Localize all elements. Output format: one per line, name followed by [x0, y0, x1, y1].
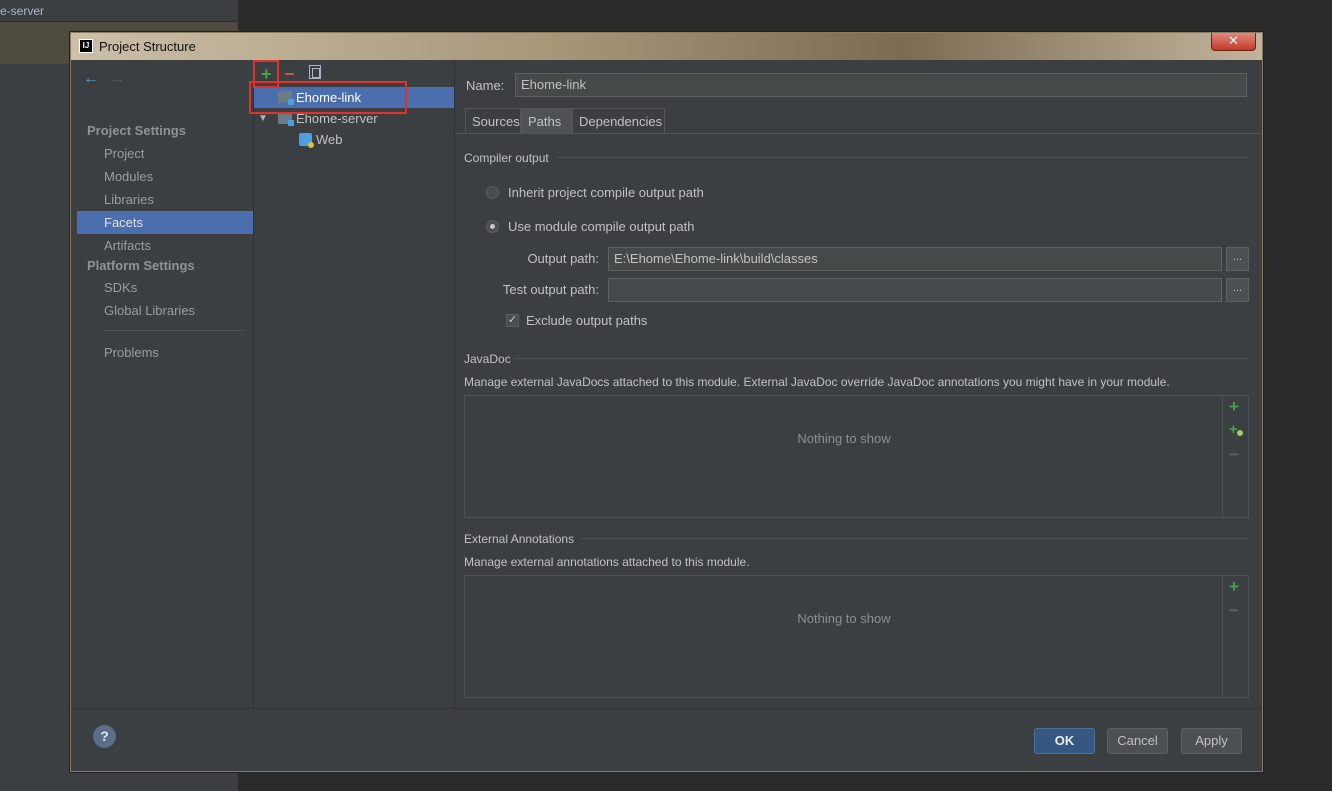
exclude-output-checkbox[interactable]: ✓: [506, 314, 519, 327]
cancel-button[interactable]: Cancel: [1107, 728, 1168, 754]
background-tab-label: e-server: [0, 4, 45, 18]
exclude-output-label[interactable]: Exclude output paths: [526, 313, 647, 328]
remove-icon[interactable]: −: [1229, 601, 1239, 621]
help-button[interactable]: ?: [93, 725, 116, 748]
dialog-title: Project Structure: [99, 39, 196, 54]
close-button[interactable]: ✕: [1211, 33, 1256, 51]
annotations-list[interactable]: Nothing to show + −: [464, 575, 1249, 698]
copy-icon[interactable]: [309, 65, 321, 79]
module-output-label[interactable]: Use module compile output path: [508, 219, 694, 234]
tab-sources[interactable]: Sources: [465, 108, 521, 133]
add-url-icon[interactable]: +: [1229, 421, 1243, 438]
background-tab-bar: e-server: [0, 0, 238, 22]
nav-item-global-libraries[interactable]: Global Libraries: [77, 299, 253, 322]
nav-item-problems[interactable]: Problems: [77, 341, 253, 364]
section-platform-settings: Platform Settings: [87, 258, 195, 273]
annotations-description: Manage external annotations attached to …: [464, 555, 750, 569]
module-tree-panel: + − Ehome-link ▼ Ehome-server Web: [254, 60, 455, 708]
forward-arrow-icon[interactable]: →: [109, 70, 125, 88]
test-output-path-label: Test output path:: [502, 282, 599, 297]
nav-divider: [104, 330, 244, 331]
compiler-output-divider: [557, 157, 1249, 158]
nav-item-sdks[interactable]: SDKs: [77, 276, 253, 299]
javadoc-title: JavaDoc: [464, 352, 511, 366]
output-path-label: Output path:: [527, 251, 599, 266]
module-output-radio[interactable]: [486, 220, 499, 233]
dialog-titlebar[interactable]: IJ Project Structure ✕: [71, 33, 1262, 60]
output-path-browse-button[interactable]: ...: [1226, 247, 1249, 271]
nav-item-artifacts[interactable]: Artifacts: [77, 234, 253, 257]
javadoc-description: Manage external JavaDocs attached to thi…: [464, 375, 1170, 389]
inherit-output-radio[interactable]: [486, 186, 499, 199]
nav-item-project[interactable]: Project: [77, 142, 253, 165]
javadoc-list-toolbar: + + −: [1222, 396, 1248, 517]
tree-node-web[interactable]: Web: [254, 129, 454, 150]
annotations-empty-text: Nothing to show: [797, 611, 891, 626]
tab-divider: [455, 133, 1261, 134]
output-path-field[interactable]: E:\Ehome\Ehome-link\build\classes: [608, 247, 1222, 271]
inherit-output-label[interactable]: Inherit project compile output path: [508, 185, 704, 200]
remove-icon[interactable]: −: [1229, 445, 1239, 465]
nav-item-libraries[interactable]: Libraries: [77, 188, 253, 211]
ok-button[interactable]: OK: [1034, 728, 1095, 754]
intellij-app-icon: IJ: [79, 39, 93, 53]
annotations-list-toolbar: + −: [1222, 576, 1248, 697]
footer-divider: [71, 708, 1262, 709]
test-output-path-field[interactable]: [608, 278, 1222, 302]
project-structure-dialog: IJ Project Structure ✕ ← → Project Setti…: [70, 32, 1263, 772]
annotations-title: External Annotations: [464, 532, 575, 546]
javadoc-divider: [515, 358, 1249, 359]
javadoc-empty-text: Nothing to show: [797, 431, 891, 446]
add-icon[interactable]: +: [1229, 577, 1239, 597]
section-project-settings: Project Settings: [87, 123, 186, 138]
highlight-box-ehome-link: [249, 81, 407, 114]
settings-nav: ← → Project Settings Project Modules Lib…: [77, 60, 254, 708]
tab-paths[interactable]: Paths: [521, 108, 572, 133]
annotations-divider: [581, 538, 1249, 539]
nav-item-facets[interactable]: Facets: [77, 211, 253, 234]
web-facet-icon: [299, 133, 314, 148]
compiler-output-title: Compiler output: [464, 151, 549, 165]
javadoc-list[interactable]: Nothing to show + + −: [464, 395, 1249, 518]
facet-settings-panel: Name: Ehome-link Sources Paths Dependenc…: [455, 60, 1261, 708]
back-arrow-icon[interactable]: ←: [83, 70, 99, 88]
test-output-path-browse-button[interactable]: ...: [1226, 278, 1249, 302]
nav-item-modules[interactable]: Modules: [77, 165, 253, 188]
add-icon[interactable]: +: [1229, 397, 1239, 417]
tab-dependencies[interactable]: Dependencies: [572, 108, 665, 133]
name-label: Name:: [466, 78, 505, 93]
name-field[interactable]: Ehome-link: [515, 73, 1247, 97]
apply-button[interactable]: Apply: [1181, 728, 1242, 754]
tree-node-label: Web: [316, 132, 343, 147]
